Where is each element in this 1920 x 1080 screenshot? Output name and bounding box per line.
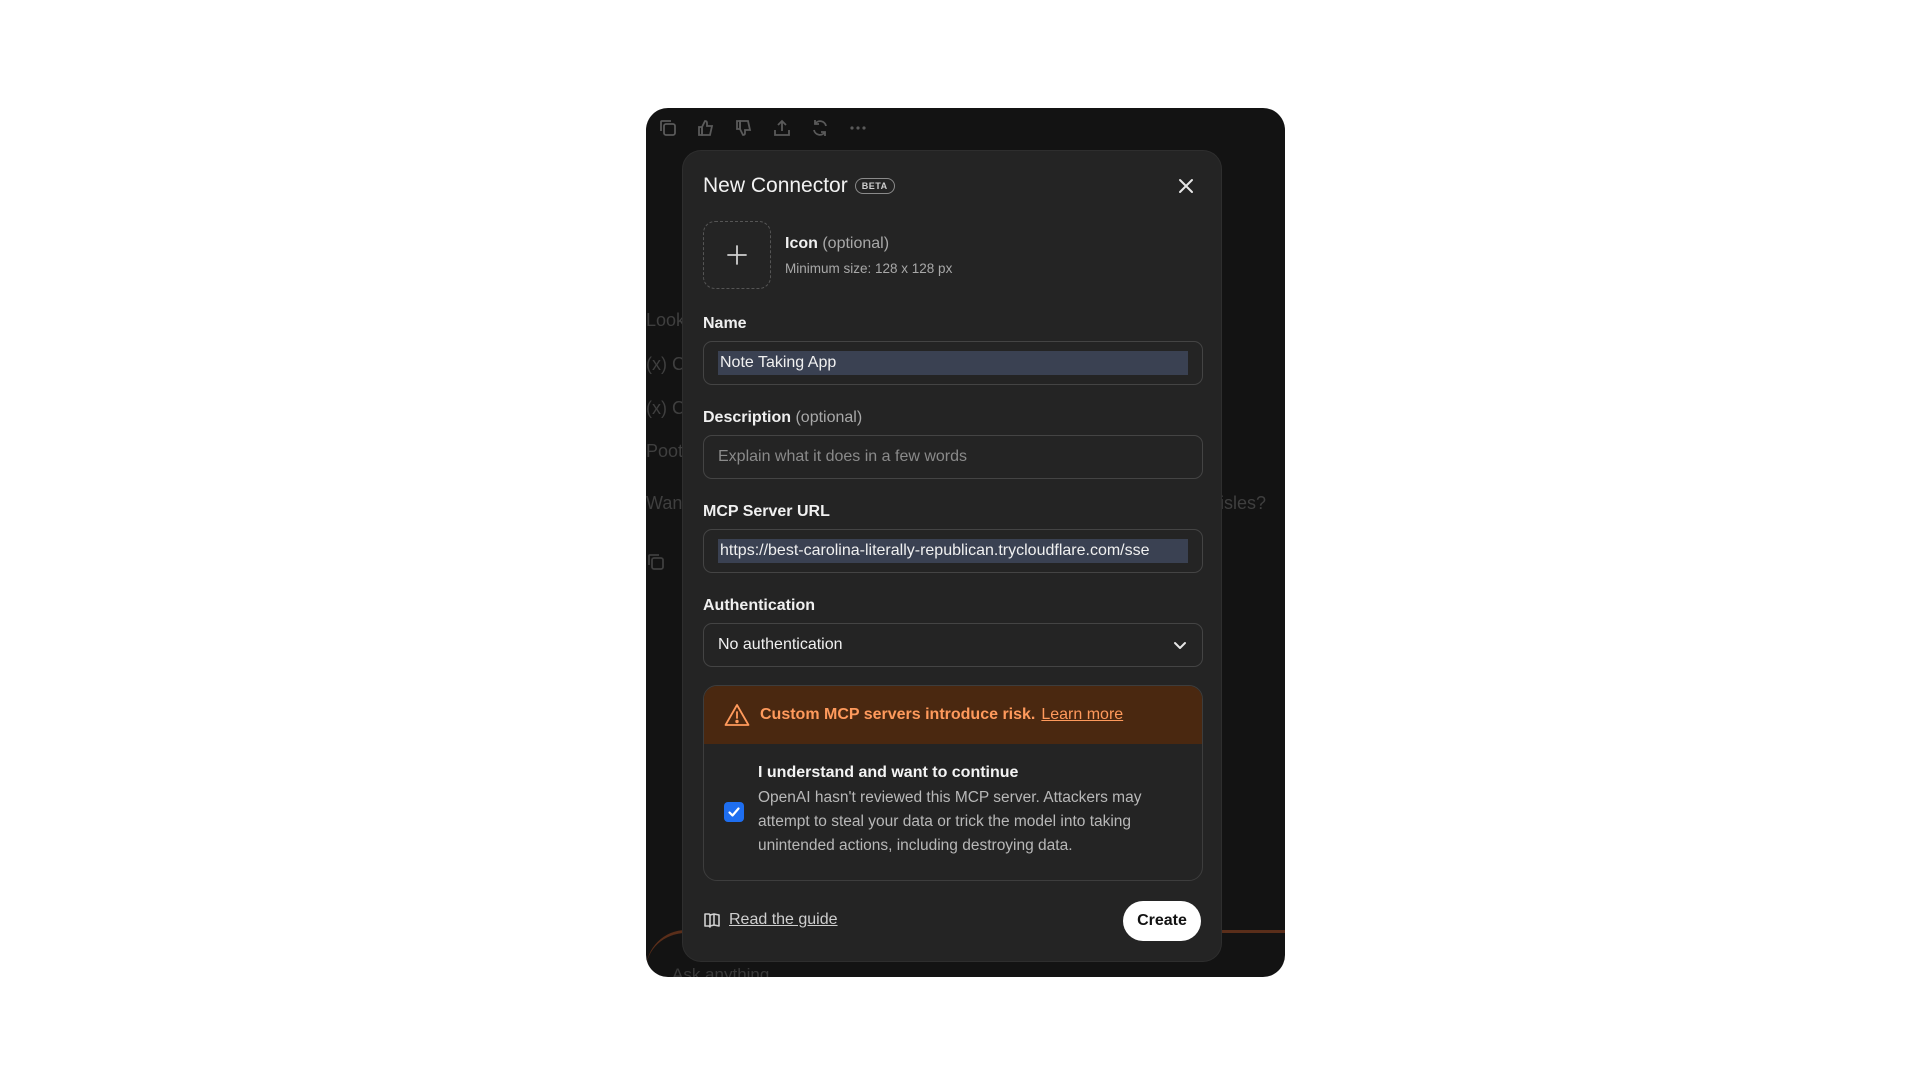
modal-title: New Connector [703, 174, 848, 197]
risk-warning-box: Custom MCP servers introduce risk. Learn… [703, 685, 1203, 881]
icon-label: Icon (optional) [785, 235, 890, 252]
share-icon[interactable] [770, 116, 794, 140]
authentication-label: Authentication [703, 597, 815, 614]
close-icon [1179, 179, 1193, 193]
message-actions-toolbar [656, 116, 870, 140]
thumbs-down-icon[interactable] [732, 116, 756, 140]
plus-icon [727, 245, 747, 265]
description-input[interactable]: Explain what it does in a few words [703, 435, 1203, 479]
background-text: (x) C [646, 398, 685, 418]
warning-icon [724, 704, 750, 726]
more-icon[interactable] [846, 116, 870, 140]
consent-section: I understand and want to continue OpenAI… [704, 744, 1202, 880]
mcp-server-url-label: MCP Server URL [703, 503, 830, 520]
copy-icon [646, 552, 666, 577]
mcp-server-url-input[interactable]: https://best-carolina-literally-republic… [703, 529, 1203, 573]
name-input[interactable]: Note Taking App [703, 341, 1203, 385]
composer-placeholder: Ask anything [672, 965, 770, 977]
risk-warning-text: Custom MCP servers introduce risk. [760, 706, 1036, 723]
icon-upload-button[interactable] [703, 221, 771, 289]
thumbs-up-icon[interactable] [694, 116, 718, 140]
authentication-select[interactable]: No authentication [703, 623, 1203, 667]
modal-header: New Connector BETA [703, 171, 1201, 201]
close-button[interactable] [1171, 171, 1201, 201]
background-text: Wan [646, 493, 683, 513]
mcp-server-url-value: https://best-carolina-literally-republic… [718, 539, 1188, 563]
regenerate-icon[interactable] [808, 116, 832, 140]
create-button[interactable]: Create [1123, 901, 1201, 941]
description-label: Description (optional) [703, 409, 863, 426]
authentication-value: No authentication [718, 636, 843, 653]
book-icon [704, 913, 720, 928]
risk-warning-header: Custom MCP servers introduce risk. Learn… [704, 686, 1202, 744]
icon-hint: Minimum size: 128 x 128 px [785, 261, 953, 276]
consent-description: OpenAI hasn't reviewed this MCP server. … [758, 789, 1142, 854]
background-text: Look [646, 310, 686, 330]
checkmark-icon [728, 807, 740, 817]
background-text: (x) C [646, 354, 685, 374]
learn-more-link[interactable]: Learn more [1041, 706, 1123, 724]
new-connector-modal: New Connector BETA Icon (optional) Minim… [683, 151, 1221, 961]
consent-checkbox[interactable] [724, 802, 744, 822]
name-label: Name [703, 315, 747, 332]
chevron-down-icon [1174, 642, 1186, 649]
name-input-value: Note Taking App [718, 351, 1188, 375]
icon-info: Icon (optional) Minimum size: 128 x 128 … [785, 235, 952, 276]
consent-title: I understand and want to continue [758, 764, 1019, 781]
background-text: isles? [1220, 493, 1267, 513]
copy-icon[interactable] [656, 116, 680, 140]
read-guide[interactable]: Read the guide [703, 911, 838, 929]
read-guide-link[interactable]: Read the guide [729, 911, 838, 929]
background-text: Poot [646, 441, 684, 461]
consent-text-block: I understand and want to continue OpenAI… [758, 764, 1182, 858]
description-placeholder: Explain what it does in a few words [718, 448, 968, 465]
beta-badge: BETA [854, 178, 895, 194]
